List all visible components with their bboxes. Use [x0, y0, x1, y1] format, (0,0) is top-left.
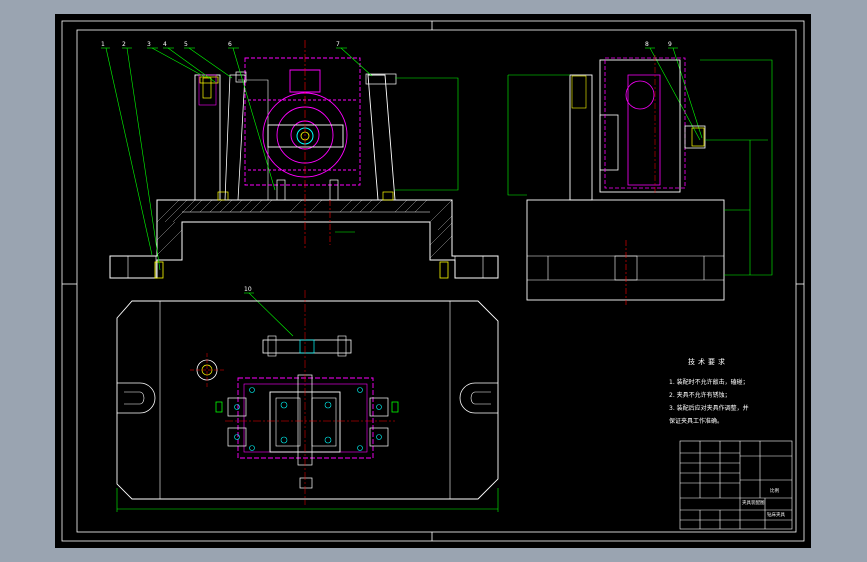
- technical-requirement-item: 2. 夹具不允许有锈蚀；: [669, 392, 731, 399]
- callout-8: 8: [645, 41, 649, 48]
- callout-10: 10: [244, 286, 252, 293]
- title-block-drawing-no: 钻床夹具: [767, 513, 785, 518]
- technical-requirement-item: 3. 装配后应对夹具作调整，并: [669, 405, 749, 412]
- drawing-sheet: [55, 14, 811, 548]
- technical-requirement-item: 1. 装配时不允许敲击，磕碰；: [669, 379, 749, 386]
- title-block-scale: 比例: [770, 489, 779, 494]
- callout-6: 6: [228, 41, 232, 48]
- callout-7: 7: [336, 41, 340, 48]
- technical-requirement-item: 保证夹具工作准确。: [669, 418, 724, 425]
- callout-9: 9: [668, 41, 672, 48]
- callout-1: 1: [101, 41, 105, 48]
- technical-requirements-title: 技术要求: [688, 358, 728, 366]
- cad-drawing-canvas: 1 2 3 4 5 6 7 8 9 10: [55, 14, 811, 548]
- callout-5: 5: [184, 41, 188, 48]
- title-block-name: 夹具装配图: [742, 501, 765, 506]
- callout-4: 4: [163, 41, 167, 48]
- callout-3: 3: [147, 41, 151, 48]
- callout-2: 2: [122, 41, 126, 48]
